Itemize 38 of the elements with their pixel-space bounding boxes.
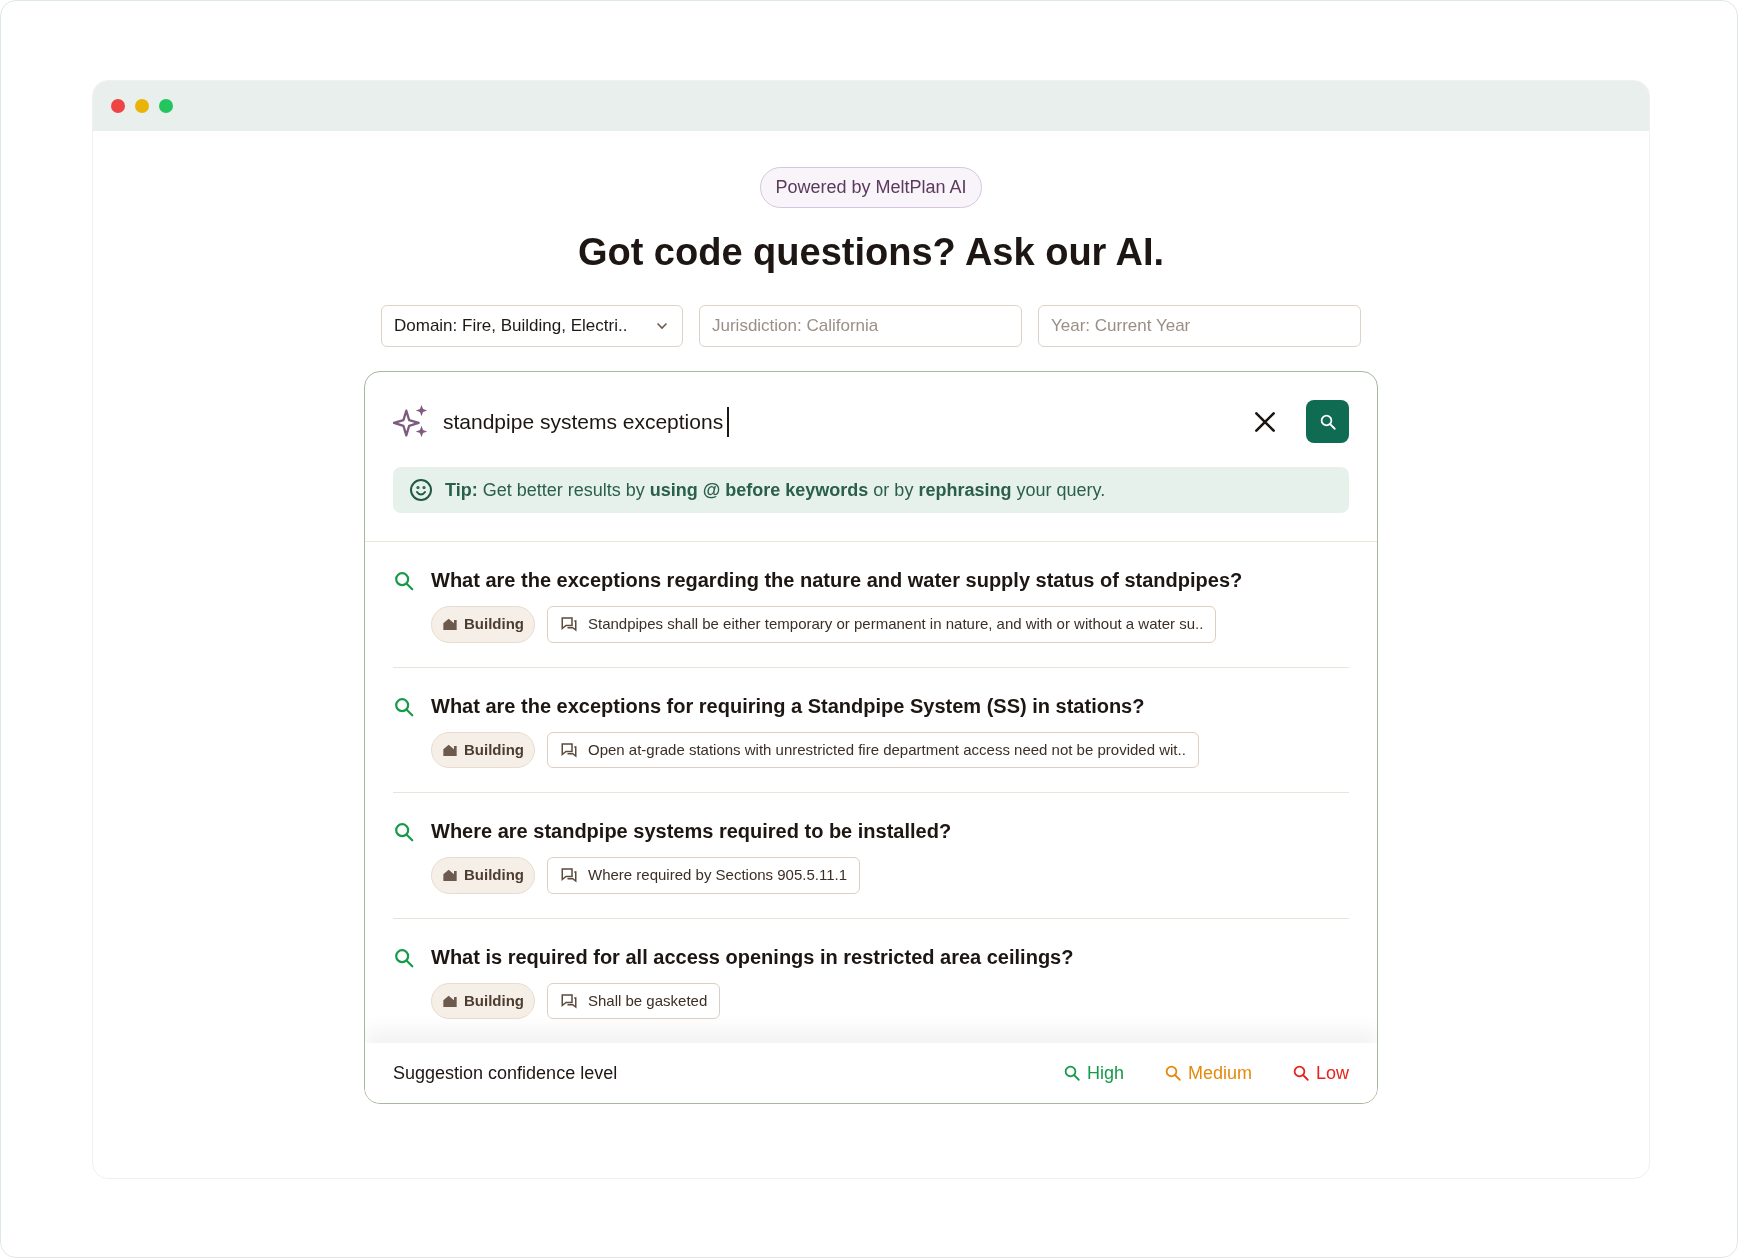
answer-excerpt: Open at-grade stations with unrestricted fire department access need not be provided wit..: [547, 731, 1199, 768]
smiley-icon: [409, 478, 433, 502]
minimize-window-icon[interactable]: [135, 99, 149, 113]
category-tag: Building: [431, 606, 535, 643]
chat-icon: [560, 615, 578, 634]
category-tag: Building: [431, 857, 535, 894]
jurisdiction-field[interactable]: Jurisdiction: California: [699, 305, 1022, 347]
house-icon: [442, 867, 458, 884]
chat-icon: [560, 991, 578, 1010]
page-heading: Got code questions? Ask our AI.: [577, 230, 1165, 275]
maximize-window-icon[interactable]: [159, 99, 173, 113]
year-field[interactable]: Year: Current Year: [1038, 305, 1361, 347]
search-icon: [1291, 1064, 1310, 1082]
answer-excerpt: Where required by Sections 905.5.11.1: [547, 857, 861, 894]
chat-icon: [560, 866, 578, 885]
answer-excerpt: Shall be gasketed: [547, 982, 721, 1019]
legend-item: High: [1062, 1059, 1124, 1087]
close-window-icon[interactable]: [111, 99, 125, 113]
suggestion-question[interactable]: Where are standpipe systems required to be installed?: [431, 819, 952, 843]
house-icon: [442, 616, 458, 633]
powered-by-badge: Powered by MeltPlan AI: [760, 167, 982, 208]
legend-title: Suggestion confidence level: [393, 1061, 618, 1085]
suggestion-question[interactable]: What is required for all access openings in restricted area ceilings?: [431, 944, 1074, 969]
suggestion-question[interactable]: What are the exceptions regarding the nature and water supply status of standpipes?: [431, 568, 1243, 592]
search-icon: [1163, 1064, 1182, 1082]
chat-icon: [560, 740, 578, 759]
search-icon: [1318, 412, 1337, 431]
domain-dropdown[interactable]: Domain: Fire, Building, Electri..: [381, 305, 683, 347]
search-button[interactable]: [1306, 400, 1349, 443]
category-tag: Building: [431, 982, 535, 1019]
category-tag: Building: [431, 731, 535, 768]
answer-excerpt: Standpipes shall be either temporary or permanent in nature, and with or without a water su..: [547, 606, 1217, 643]
search-input[interactable]: standpipe systems exceptions: [443, 405, 1240, 438]
tip-text: Tip: Get better results by using @ before keywords or by rephrasing your query.: [445, 478, 1106, 502]
legend-item: Low: [1291, 1059, 1349, 1087]
suggestion-question[interactable]: What are the exceptions for requiring a Standpipe System (SS) in stations?: [431, 693, 1199, 718]
search-icon: [1062, 1064, 1081, 1082]
legend-item: Medium: [1163, 1059, 1252, 1087]
